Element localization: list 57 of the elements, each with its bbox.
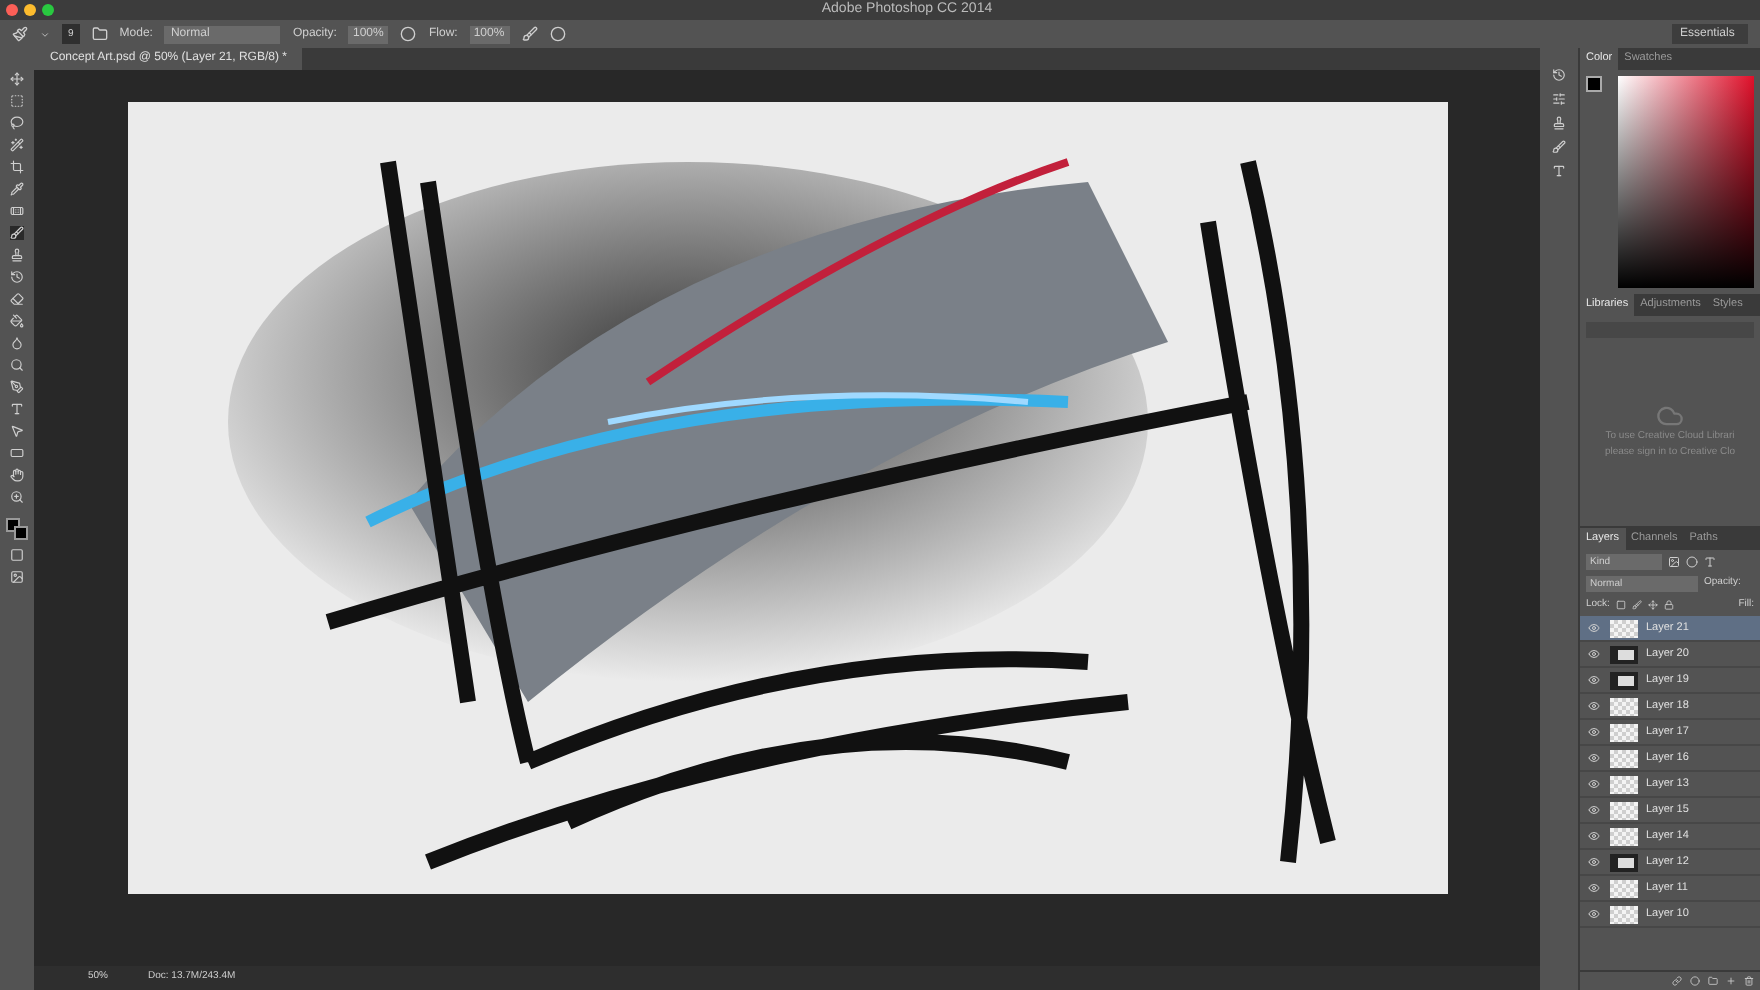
type-tool-icon[interactable] [10,402,24,416]
caret-icon[interactable] [40,29,50,39]
history-icon[interactable] [1552,68,1566,82]
character-icon[interactable] [1552,164,1566,178]
visibility-eye-icon[interactable] [1588,882,1600,894]
screen-mode-icon[interactable] [10,570,24,584]
visibility-eye-icon[interactable] [1588,700,1600,712]
lock-pixels-icon[interactable] [1615,600,1626,610]
selection-tool-icon[interactable] [10,424,24,438]
eraser-tool-icon[interactable] [10,292,24,306]
eyedropper-tool-icon[interactable] [10,182,24,196]
clone-source-icon[interactable] [1552,116,1566,130]
droplet-tool-icon[interactable] [10,336,24,350]
zoom-tool-icon[interactable] [10,490,24,504]
brush-tool-icon[interactable] [10,226,24,240]
visibility-eye-icon[interactable] [1588,674,1600,686]
visibility-eye-icon[interactable] [1588,856,1600,868]
zoom-button[interactable] [42,4,54,16]
pen-tool-icon[interactable] [10,380,24,394]
stamp-tool-icon[interactable] [10,248,24,262]
quick-mask-icon[interactable] [10,548,24,562]
crop-tool-icon[interactable] [10,160,24,174]
color-swatches[interactable] [6,518,28,540]
brush-panel-icon[interactable] [91,26,108,42]
shape-tool-icon[interactable] [10,446,24,460]
creative-cloud-icon [1656,402,1684,430]
brush-presets-icon[interactable] [1552,140,1566,154]
link-layers-icon[interactable] [1672,976,1682,986]
paint-bucket-icon[interactable] [10,314,24,328]
airbrush-icon[interactable] [521,26,538,42]
lock-position-icon[interactable] [1647,600,1658,610]
visibility-eye-icon[interactable] [1588,908,1600,920]
visibility-eye-icon[interactable] [1588,726,1600,738]
type-filter-icon[interactable] [1704,555,1716,567]
visibility-eye-icon[interactable] [1588,804,1600,816]
wand-tool-icon[interactable] [10,138,24,152]
color-picker-field[interactable] [1618,76,1754,288]
visibility-eye-icon[interactable] [1588,752,1600,764]
delete-layer-icon[interactable] [1744,976,1754,986]
lock-paint-icon[interactable] [1631,600,1642,610]
history-brush-icon[interactable] [10,270,24,284]
pixel-filter-icon[interactable] [1668,555,1680,567]
brush-icon[interactable] [12,26,28,42]
visibility-eye-icon[interactable] [1588,830,1600,842]
move-tool-icon[interactable] [10,72,24,86]
new-group-icon[interactable] [1708,976,1718,986]
bandage-tool-icon[interactable] [10,204,24,218]
properties-icon[interactable] [1552,92,1566,106]
visibility-eye-icon[interactable] [1588,648,1600,660]
lasso-tool-icon[interactable] [10,116,24,130]
new-layer-icon[interactable] [1726,976,1736,986]
visibility-eye-icon[interactable] [1588,778,1600,790]
close-button[interactable] [6,4,18,16]
hand-tool-icon[interactable] [10,468,24,482]
lock-all-icon[interactable] [1663,600,1674,610]
visibility-eye-icon[interactable] [1588,622,1600,634]
minimize-button[interactable] [24,4,36,16]
